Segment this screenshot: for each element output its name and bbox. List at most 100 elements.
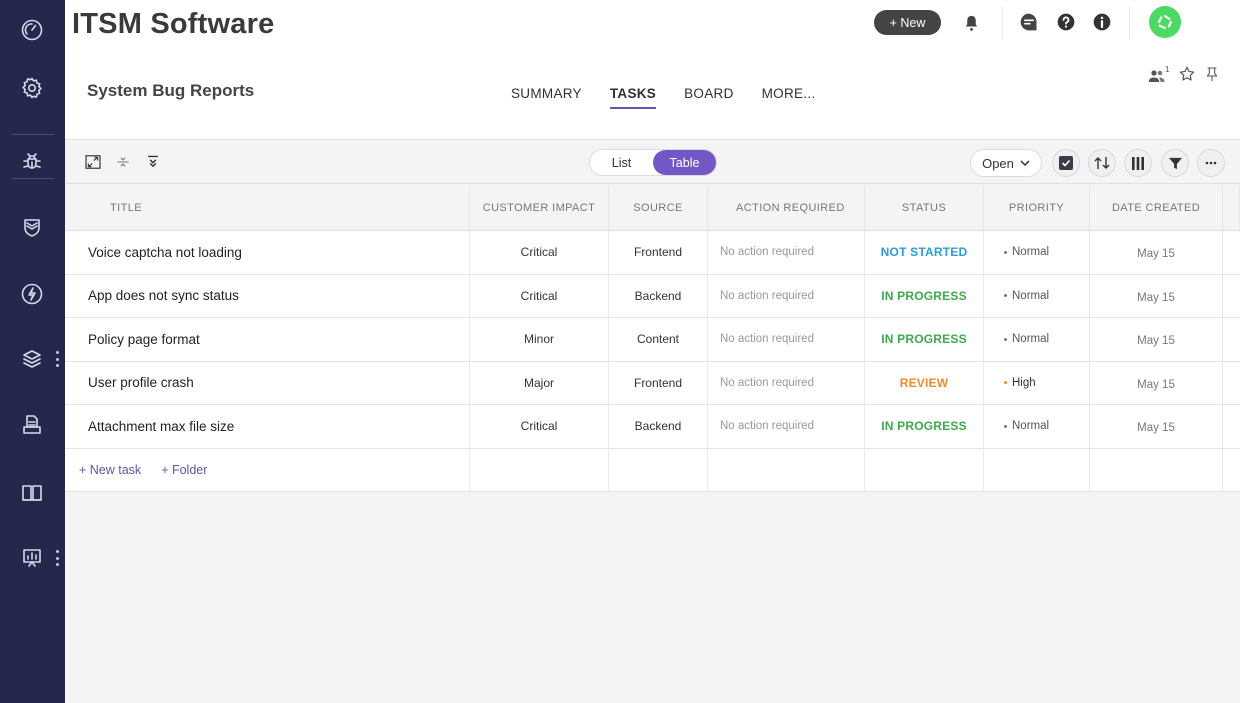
pin-button[interactable]: [1204, 65, 1220, 88]
column-header-customer-impact[interactable]: CUSTOMER IMPACT: [470, 185, 609, 230]
tab-board[interactable]: BOARD: [684, 86, 734, 109]
columns-button[interactable]: [1124, 149, 1152, 177]
priority-cell[interactable]: Normal: [984, 274, 1090, 317]
tab-more[interactable]: MORE...: [762, 86, 816, 109]
help-button[interactable]: [1055, 11, 1077, 33]
notifications-button[interactable]: [960, 12, 982, 34]
status-cell[interactable]: IN PROGRESS: [865, 318, 984, 361]
header: ITSM Software System Bug Reports SUMMARY…: [65, 0, 1240, 140]
sidebar-item-documents[interactable]: [18, 411, 46, 439]
priority-cell[interactable]: Normal: [984, 318, 1090, 361]
action-required-cell[interactable]: No action required: [708, 318, 865, 361]
expand-button[interactable]: [84, 153, 102, 171]
sidebar-item-bug-reports[interactable]: [18, 148, 46, 176]
column-header-title[interactable]: TITLE: [65, 185, 470, 230]
empty-cell: [470, 448, 609, 491]
customer-impact-cell[interactable]: Minor: [470, 318, 609, 361]
sidebar-item-reports[interactable]: [18, 544, 46, 572]
date-created-cell[interactable]: May 15: [1090, 318, 1223, 361]
customer-impact-cell[interactable]: Major: [470, 361, 609, 404]
view-table-option[interactable]: Table: [653, 150, 716, 175]
tab-summary[interactable]: SUMMARY: [511, 86, 582, 109]
action-required-cell[interactable]: No action required: [708, 405, 865, 448]
task-title[interactable]: Policy page format: [88, 332, 200, 347]
table-row[interactable]: Attachment max file size Critical Backen…: [65, 405, 1240, 449]
gauge-icon: [21, 19, 43, 41]
sidebar-item-settings[interactable]: [18, 74, 46, 102]
table-row[interactable]: App does not sync status Critical Backen…: [65, 274, 1240, 318]
new-button[interactable]: + New: [874, 10, 941, 35]
date-created-cell[interactable]: May 15: [1090, 231, 1223, 274]
action-required-value: No action required: [720, 333, 814, 346]
title-cell[interactable]: User profile crash: [65, 361, 470, 404]
title-cell[interactable]: Policy page format: [65, 318, 470, 361]
table-row[interactable]: Policy page format Minor Content No acti…: [65, 318, 1240, 362]
source-cell[interactable]: Frontend: [609, 361, 708, 404]
date-created-cell[interactable]: May 15: [1090, 274, 1223, 317]
layers-more-menu[interactable]: [54, 351, 60, 367]
priority-cell[interactable]: Normal: [984, 405, 1090, 448]
star-icon: [1179, 66, 1195, 81]
tab-tasks[interactable]: TASKS: [609, 86, 657, 109]
select-button[interactable]: [1052, 149, 1080, 177]
date-created-cell[interactable]: May 15: [1090, 405, 1223, 448]
source-cell[interactable]: Frontend: [609, 231, 708, 274]
reports-more-menu[interactable]: [54, 550, 60, 566]
customer-impact-cell[interactable]: Critical: [470, 274, 609, 317]
action-required-cell[interactable]: No action required: [708, 361, 865, 404]
title-cell[interactable]: Attachment max file size: [65, 405, 470, 448]
status-cell[interactable]: NOT STARTED: [865, 231, 984, 274]
title-cell[interactable]: Voice captcha not loading: [65, 231, 470, 274]
column-header-source[interactable]: SOURCE: [609, 185, 708, 230]
table-row[interactable]: Voice captcha not loading Critical Front…: [65, 231, 1240, 275]
column-header-status[interactable]: STATUS: [865, 185, 984, 230]
task-title[interactable]: Attachment max file size: [88, 419, 234, 434]
favorite-button[interactable]: [1178, 65, 1196, 88]
new-task-link[interactable]: + New task: [79, 463, 141, 477]
source-cell[interactable]: Backend: [609, 405, 708, 448]
customer-impact-cell[interactable]: Critical: [470, 405, 609, 448]
collapse-rows-button[interactable]: [114, 153, 132, 171]
sidebar-item-knowledge-base[interactable]: [18, 479, 46, 507]
expand-all-button[interactable]: [144, 153, 162, 171]
sort-button[interactable]: [1088, 149, 1116, 177]
view-list-option[interactable]: List: [590, 150, 653, 175]
filter-button[interactable]: [1161, 149, 1189, 177]
status-cell[interactable]: REVIEW: [865, 361, 984, 404]
table-row[interactable]: User profile crash Major Frontend No act…: [65, 361, 1240, 405]
source-cell[interactable]: Backend: [609, 274, 708, 317]
empty-cell: [708, 448, 865, 491]
date-created-cell[interactable]: May 15: [1090, 361, 1223, 404]
status-cell[interactable]: IN PROGRESS: [865, 405, 984, 448]
pin-icon: [1206, 67, 1218, 82]
task-title[interactable]: User profile crash: [88, 375, 194, 390]
title-cell[interactable]: App does not sync status: [65, 274, 470, 317]
sidebar-item-incidents[interactable]: [18, 280, 46, 308]
more-options-button[interactable]: [1197, 149, 1225, 177]
empty-cell: [984, 448, 1090, 491]
action-required-cell[interactable]: No action required: [708, 274, 865, 317]
priority-cell[interactable]: High: [984, 361, 1090, 404]
task-title[interactable]: App does not sync status: [88, 288, 239, 303]
status-badge: IN PROGRESS: [881, 288, 967, 303]
project-title[interactable]: System Bug Reports: [87, 81, 254, 101]
task-title[interactable]: Voice captcha not loading: [88, 245, 242, 260]
info-button[interactable]: [1091, 11, 1113, 33]
members-button[interactable]: 1: [1148, 65, 1170, 86]
sidebar-item-security[interactable]: [18, 214, 46, 242]
source-cell[interactable]: Content: [609, 318, 708, 361]
column-header-action-required[interactable]: ACTION REQUIRED: [708, 185, 865, 230]
user-avatar[interactable]: [1149, 6, 1181, 38]
action-required-cell[interactable]: No action required: [708, 231, 865, 274]
status-filter-dropdown[interactable]: Open: [970, 149, 1042, 177]
customer-impact-cell[interactable]: Critical: [470, 231, 609, 274]
column-header-date-created[interactable]: DATE CREATED: [1090, 185, 1223, 230]
sidebar-item-layers[interactable]: [18, 345, 46, 373]
column-header-priority[interactable]: PRIORITY: [984, 185, 1090, 230]
priority-cell[interactable]: Normal: [984, 231, 1090, 274]
new-folder-link[interactable]: + Folder: [161, 463, 207, 477]
tasks-table: TITLE CUSTOMER IMPACT SOURCE ACTION REQU…: [65, 185, 1240, 492]
sidebar-item-dashboard[interactable]: [18, 16, 46, 44]
status-cell[interactable]: IN PROGRESS: [865, 274, 984, 317]
chat-button[interactable]: [1018, 11, 1040, 33]
